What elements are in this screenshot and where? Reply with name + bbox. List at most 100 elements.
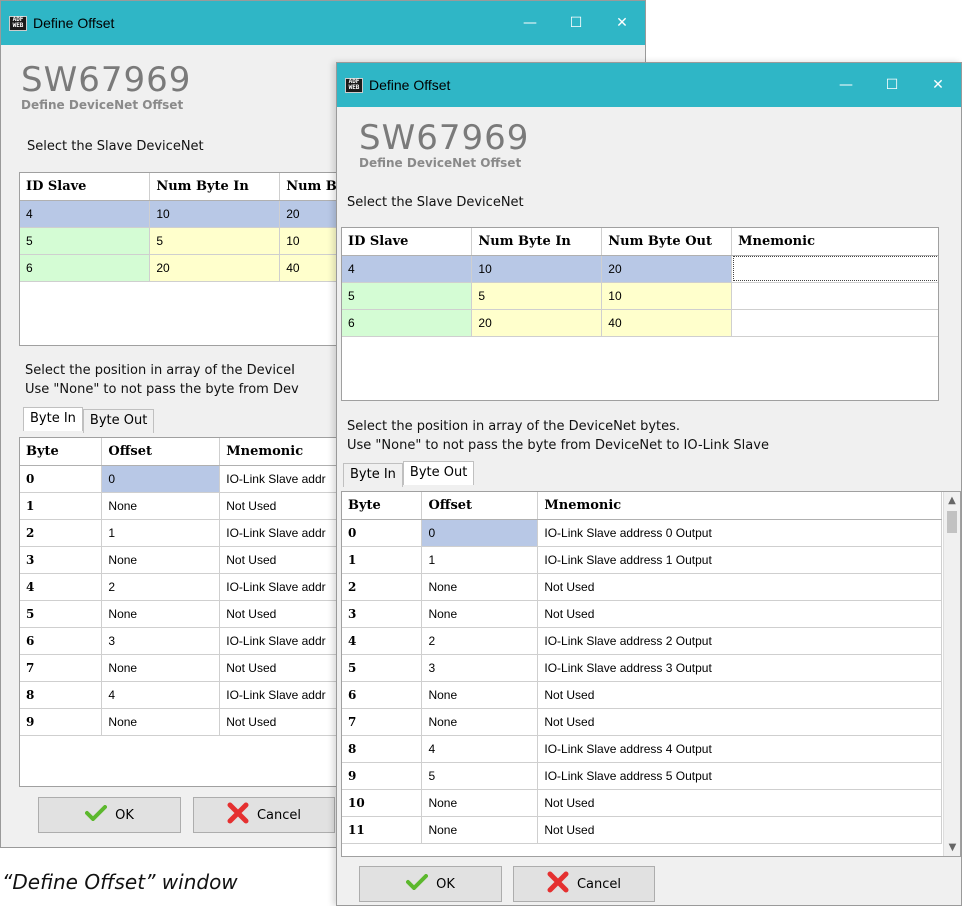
table-row[interactable]: 4 10 20 xyxy=(342,255,938,283)
offset-cell[interactable]: 2 xyxy=(421,627,539,655)
tab-byte-out[interactable]: Byte Out xyxy=(82,409,155,433)
mnemonic-cell[interactable]: IO-Link Slave address 0 Output xyxy=(537,519,942,547)
offset-cell[interactable]: 3 xyxy=(101,627,221,655)
mnemonic-cell[interactable]: IO-Link Slave addr xyxy=(219,465,348,493)
table-cell[interactable]: 5 xyxy=(471,282,603,310)
table-cell[interactable] xyxy=(731,255,938,283)
mnemonic-cell[interactable]: Not Used xyxy=(219,708,348,736)
tab-byte-in[interactable]: Byte In xyxy=(23,407,83,431)
maximize-button[interactable]: ☐ xyxy=(553,1,599,45)
tab-byte-out[interactable]: Byte Out xyxy=(402,461,475,485)
table-cell[interactable]: 5 xyxy=(342,282,473,310)
offset-cell[interactable]: 1 xyxy=(421,546,539,574)
scroll-up-icon[interactable]: ▲ xyxy=(944,492,960,509)
mnemonic-cell[interactable]: IO-Link Slave address 3 Output xyxy=(537,654,942,682)
table-row[interactable]: 11 None Not Used xyxy=(342,816,942,844)
mnemonic-cell[interactable]: IO-Link Slave addr xyxy=(219,627,348,655)
offset-cell[interactable]: 0 xyxy=(421,519,539,547)
table-row[interactable]: 7 None Not Used xyxy=(342,708,942,736)
mnemonic-cell[interactable]: Not Used xyxy=(537,816,942,844)
table-cell[interactable]: 20 xyxy=(471,309,603,337)
table-cell[interactable]: 40 xyxy=(601,309,733,337)
table-cell[interactable]: 4 xyxy=(342,255,473,283)
offset-cell[interactable]: 0 xyxy=(101,465,221,493)
ok-button[interactable]: OK xyxy=(38,797,181,833)
table-cell[interactable]: 4 xyxy=(20,200,151,228)
table-row[interactable]: 5 5 10 xyxy=(342,282,938,310)
mnemonic-cell[interactable]: IO-Link Slave addr xyxy=(219,681,348,709)
table-row[interactable]: 4 2 IO-Link Slave address 2 Output xyxy=(342,627,942,655)
column-header[interactable]: Num Byte Out xyxy=(601,228,733,256)
column-header[interactable]: Mnemonic xyxy=(219,438,348,466)
table-cell[interactable]: 5 xyxy=(20,227,151,255)
table-row[interactable]: 5 3 IO-Link Slave address 3 Output xyxy=(342,654,942,682)
table-cell[interactable]: 5 xyxy=(149,227,281,255)
offset-cell[interactable]: 4 xyxy=(421,735,539,763)
column-header[interactable]: Byte xyxy=(20,438,103,466)
table-row[interactable]: 9 None Not Used xyxy=(20,708,348,736)
minimize-button[interactable]: — xyxy=(823,63,869,107)
close-button[interactable]: ✕ xyxy=(915,63,961,107)
table-row[interactable]: 3 None Not Used xyxy=(342,600,942,628)
table-row[interactable]: 8 4 IO-Link Slave address 4 Output xyxy=(342,735,942,763)
minimize-button[interactable]: — xyxy=(507,1,553,45)
offset-cell[interactable]: None xyxy=(101,546,221,574)
column-header[interactable]: ID Slave xyxy=(342,228,473,256)
mnemonic-cell[interactable]: Not Used xyxy=(219,546,348,574)
scroll-thumb[interactable] xyxy=(947,511,957,533)
table-row[interactable]: 3 None Not Used xyxy=(20,546,348,574)
mnemonic-cell[interactable]: IO-Link Slave addr xyxy=(219,573,348,601)
table-row[interactable]: 4 2 IO-Link Slave addr xyxy=(20,573,348,601)
tab-byte-in[interactable]: Byte In xyxy=(343,463,403,487)
mnemonic-cell[interactable]: IO-Link Slave addr xyxy=(219,519,348,547)
table-row[interactable]: 0 0 IO-Link Slave addr xyxy=(20,465,348,493)
table-cell[interactable]: 6 xyxy=(20,254,151,282)
table-cell[interactable]: 10 xyxy=(471,255,603,283)
cancel-button[interactable]: Cancel xyxy=(193,797,335,833)
table-cell[interactable]: 6 xyxy=(342,309,473,337)
table-row[interactable]: 9 5 IO-Link Slave address 5 Output xyxy=(342,762,942,790)
table-row[interactable]: 6 20 40 xyxy=(342,309,938,337)
table-row[interactable]: 2 None Not Used xyxy=(342,573,942,601)
table-row[interactable]: 0 0 IO-Link Slave address 0 Output xyxy=(342,519,942,547)
column-header[interactable]: ID Slave xyxy=(20,173,151,201)
offset-cell[interactable]: None xyxy=(101,708,221,736)
offset-cell[interactable]: 2 xyxy=(101,573,221,601)
table-cell[interactable]: 20 xyxy=(601,255,733,283)
table-row[interactable]: 6 3 IO-Link Slave addr xyxy=(20,627,348,655)
table-row[interactable]: 1 None Not Used xyxy=(20,492,348,520)
cancel-button[interactable]: Cancel xyxy=(513,866,655,902)
vertical-scrollbar[interactable]: ▲ ▼ xyxy=(943,492,960,856)
scroll-down-icon[interactable]: ▼ xyxy=(944,839,960,856)
offset-cell[interactable]: None xyxy=(421,600,539,628)
table-cell[interactable] xyxy=(731,309,938,337)
offset-cell[interactable]: None xyxy=(421,816,539,844)
table-row[interactable]: 10 None Not Used xyxy=(342,789,942,817)
offset-cell[interactable]: 1 xyxy=(101,519,221,547)
mnemonic-cell[interactable]: IO-Link Slave address 1 Output xyxy=(537,546,942,574)
table-cell[interactable]: 20 xyxy=(149,254,281,282)
offset-cell[interactable]: None xyxy=(101,492,221,520)
mnemonic-cell[interactable]: IO-Link Slave address 4 Output xyxy=(537,735,942,763)
mnemonic-cell[interactable]: Not Used xyxy=(219,600,348,628)
table-cell[interactable]: 10 xyxy=(149,200,281,228)
mnemonic-cell[interactable]: Not Used xyxy=(537,681,942,709)
table-row[interactable]: 6 None Not Used xyxy=(342,681,942,709)
offset-cell[interactable]: None xyxy=(101,654,221,682)
offset-cell[interactable]: None xyxy=(421,708,539,736)
offset-cell[interactable]: None xyxy=(101,600,221,628)
offset-cell[interactable]: None xyxy=(421,573,539,601)
table-cell[interactable]: 10 xyxy=(601,282,733,310)
title-bar[interactable]: ADF WEB Define Offset — ☐ ✕ xyxy=(1,1,645,45)
mnemonic-cell[interactable]: Not Used xyxy=(537,789,942,817)
table-row[interactable]: 1 1 IO-Link Slave address 1 Output xyxy=(342,546,942,574)
table-row[interactable]: 7 None Not Used xyxy=(20,654,348,682)
column-header[interactable]: Num Byte In xyxy=(471,228,603,256)
offset-cell[interactable]: 4 xyxy=(101,681,221,709)
table-row[interactable]: 5 None Not Used xyxy=(20,600,348,628)
table-row[interactable]: 6 20 40 xyxy=(20,254,348,282)
offset-cell[interactable]: None xyxy=(421,789,539,817)
mnemonic-cell[interactable]: Not Used xyxy=(537,573,942,601)
offset-cell[interactable]: None xyxy=(421,681,539,709)
column-header[interactable]: Offset xyxy=(101,438,221,466)
